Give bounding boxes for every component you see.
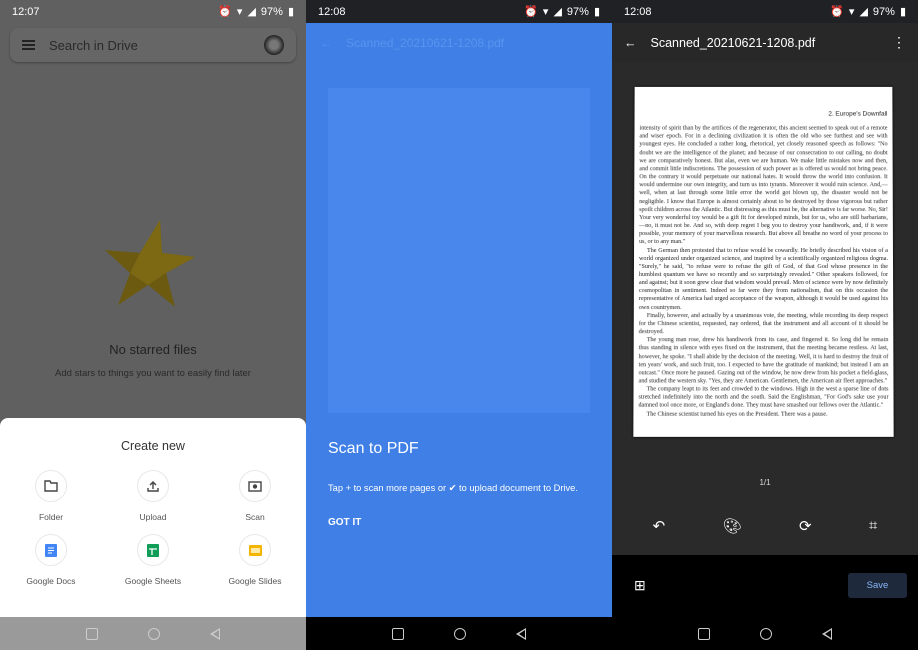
battery-icon: ▮ xyxy=(594,5,600,18)
upload-icon xyxy=(147,480,159,492)
signal-icon: ◢ xyxy=(859,5,867,18)
page-paragraph: The young man rose, drew his handiwork f… xyxy=(639,336,889,385)
more-options-icon[interactable]: ⋮ xyxy=(892,34,906,51)
create-folder-button[interactable]: Folder xyxy=(0,470,102,522)
google-slides-icon xyxy=(249,545,262,556)
upload-button[interactable]: Upload xyxy=(102,470,204,522)
google-sheets-button[interactable]: Google Sheets xyxy=(102,534,204,586)
alarm-icon: ⏰ xyxy=(524,5,538,18)
wifi-icon: ▾ xyxy=(237,5,243,18)
recents-button[interactable] xyxy=(86,628,98,640)
page-header: 2. Europe's Downfall xyxy=(640,111,888,119)
crop-icon[interactable]: ⌗ xyxy=(869,517,877,535)
battery-icon: ▮ xyxy=(288,5,294,18)
recents-button[interactable] xyxy=(392,628,404,640)
battery-level: 97% xyxy=(567,6,589,18)
google-docs-label: Google Docs xyxy=(26,576,75,586)
save-button[interactable]: Save xyxy=(848,573,907,598)
status-bar: 12:07 ⏰ ▾ ◢ 97% ▮ xyxy=(0,0,306,23)
battery-level: 97% xyxy=(261,6,283,18)
google-slides-label: Google Slides xyxy=(229,576,282,586)
undo-icon[interactable]: ↶ xyxy=(653,517,666,535)
edit-toolbar: ↶ 🎨︎ ⟳ ⌗ xyxy=(612,517,918,535)
page-paragraph: The Chinese scientist turned his eyes on… xyxy=(638,410,888,418)
camera-icon xyxy=(248,480,262,492)
page-paragraph: intensity of spirit than by the artifice… xyxy=(639,125,888,247)
battery-level: 97% xyxy=(873,6,895,18)
got-it-button[interactable]: GOT IT xyxy=(328,517,361,528)
create-new-sheet: Create new Folder Upload Scan Google Doc… xyxy=(0,418,306,617)
page-paragraph: The German then protested that to refuse… xyxy=(639,247,888,312)
document-preview-dimmed xyxy=(328,88,590,413)
back-arrow-icon[interactable]: ← xyxy=(624,36,637,50)
wifi-icon: ▾ xyxy=(543,5,549,18)
google-docs-icon xyxy=(45,544,57,557)
alarm-icon: ⏰ xyxy=(830,5,844,18)
folder-label: Folder xyxy=(39,512,63,522)
system-nav-bar xyxy=(612,617,918,650)
google-sheets-label: Google Sheets xyxy=(125,576,181,586)
system-nav-bar xyxy=(0,617,306,650)
google-docs-button[interactable]: Google Docs xyxy=(0,534,102,586)
upload-label: Upload xyxy=(140,512,167,522)
status-time: 12:07 xyxy=(12,6,40,18)
wifi-icon: ▾ xyxy=(849,5,855,18)
scanned-page[interactable]: 2. Europe's Downfall intensity of spirit… xyxy=(633,87,893,437)
rotate-icon[interactable]: ⟳ xyxy=(799,517,812,535)
palette-icon[interactable]: 🎨︎ xyxy=(723,517,742,535)
file-title: Scanned_20210621-1208.pdf xyxy=(346,36,504,50)
google-sheets-icon xyxy=(147,544,159,557)
page-counter: 1/1 xyxy=(612,478,918,487)
google-slides-button[interactable]: Google Slides xyxy=(204,534,306,586)
battery-icon: ▮ xyxy=(900,5,906,18)
menu-icon[interactable] xyxy=(22,40,35,50)
page-paragraph: Finally, however, and actually by a unan… xyxy=(639,312,889,337)
home-button[interactable] xyxy=(148,628,160,640)
drive-starred-screen: 12:07 ⏰ ▾ ◢ 97% ▮ Search in Drive No starred… xyxy=(0,0,306,650)
search-bar[interactable]: Search in Drive xyxy=(10,28,296,62)
system-nav-bar xyxy=(306,617,612,650)
bottom-bar: ⊞ Save xyxy=(612,555,918,617)
back-button[interactable] xyxy=(516,628,526,640)
back-arrow-icon: ← xyxy=(320,36,332,50)
add-page-icon[interactable]: ⊞ xyxy=(634,577,646,594)
back-button[interactable] xyxy=(822,628,832,640)
empty-state-title: No starred files xyxy=(0,342,306,357)
signal-icon: ◢ xyxy=(553,5,561,18)
status-time: 12:08 xyxy=(318,6,346,18)
home-button[interactable] xyxy=(454,628,466,640)
status-bar: 12:08 ⏰ ▾ ◢ 97% ▮ xyxy=(306,0,612,23)
scan-tutorial-screen: 12:08 ⏰ ▾ ◢ 97% ▮ ← Scanned_20210621-1208.pd… xyxy=(306,0,612,650)
app-bar: ← Scanned_20210621-1208.pdf xyxy=(306,23,612,63)
scan-label: Scan xyxy=(245,512,264,522)
signal-icon: ◢ xyxy=(247,5,255,18)
folder-icon xyxy=(44,480,58,492)
star-illustration-icon xyxy=(100,215,200,315)
scan-button[interactable]: Scan xyxy=(204,470,306,522)
overlay-text: Tap + to scan more pages or ✔ to upload … xyxy=(328,483,578,494)
search-input[interactable]: Search in Drive xyxy=(49,38,138,53)
empty-state-subtitle: Add stars to things you want to easily f… xyxy=(0,368,306,379)
sheet-title: Create new xyxy=(0,439,306,453)
alarm-icon: ⏰ xyxy=(218,5,232,18)
overlay-title: Scan to PDF xyxy=(328,440,419,458)
avatar[interactable] xyxy=(264,35,284,55)
file-title: Scanned_20210621-1208.pdf xyxy=(651,36,816,50)
status-bar: 12:08 ⏰ ▾ ◢ 97% ▮ xyxy=(612,0,918,23)
app-bar: ← Scanned_20210621-1208.pdf ⋮ xyxy=(612,23,918,62)
home-button[interactable] xyxy=(760,628,772,640)
recents-button[interactable] xyxy=(698,628,710,640)
page-paragraph: The company leapt to its feet and crowde… xyxy=(638,386,888,411)
back-button[interactable] xyxy=(210,628,220,640)
scan-review-screen: 12:08 ⏰ ▾ ◢ 97% ▮ ← Scanned_20210621-1208.pd… xyxy=(612,0,918,650)
status-time: 12:08 xyxy=(624,6,652,18)
